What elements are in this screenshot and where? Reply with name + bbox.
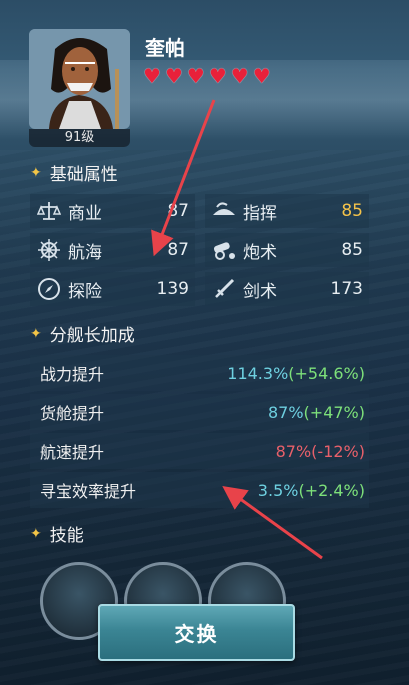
annotation-arrow-top (151, 99, 216, 257)
annotation-arrows (151, 99, 323, 560)
annotation-arrow-bottom (222, 485, 323, 560)
